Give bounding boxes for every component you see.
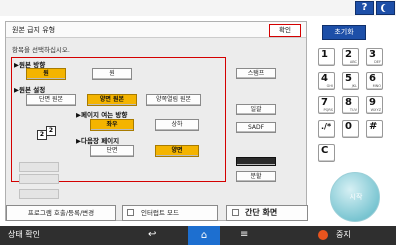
dialog-title: 원본 급지 유형 xyxy=(12,26,56,34)
next-page-label: ▶다음장 페이지 xyxy=(76,137,120,145)
original-settings-label: ▶원본 설정 xyxy=(14,86,46,94)
program-recall-button[interactable]: 프로그램 호출/등록/변경 xyxy=(6,205,116,221)
interrupt-mode-button[interactable]: 인터럽트 모드 xyxy=(122,205,218,221)
disabled-option-button-1 xyxy=(19,162,59,172)
key-3[interactable]: 3 DEF xyxy=(366,48,383,66)
interrupt-mode-checkbox[interactable] xyxy=(127,209,134,216)
key-1[interactable]: 1 xyxy=(318,48,335,66)
back-icon[interactable]: ↩ xyxy=(148,229,156,240)
batch-button[interactable]: 일괄 xyxy=(236,104,276,115)
key-6[interactable]: 6 MNO xyxy=(366,72,383,90)
key-hash[interactable]: # xyxy=(366,120,383,138)
stop-icon[interactable] xyxy=(318,230,328,240)
start-button[interactable]: 시작 xyxy=(330,172,380,222)
instruction-text: 항목을 선택하십시오. xyxy=(12,46,70,54)
home-icon: ⌂ xyxy=(200,230,208,241)
start-label: 시작 xyxy=(349,193,363,201)
home-button[interactable]: ⌂ xyxy=(188,226,220,245)
next-page-double-button[interactable]: 양면 xyxy=(155,145,199,157)
key-5[interactable]: 5 JKL xyxy=(342,72,359,90)
key-7[interactable]: 7 PQRS xyxy=(318,96,335,114)
sadf-button[interactable]: SADF xyxy=(236,122,276,133)
key-4[interactable]: 4 GHI xyxy=(318,72,335,90)
double-sided-original-button[interactable]: 양면 원본 xyxy=(87,94,137,106)
next-page-single-button[interactable]: 단면 xyxy=(90,145,134,157)
status-check-button[interactable]: 상태 확인 xyxy=(8,229,40,240)
open-left-right-button[interactable]: 좌우 xyxy=(90,119,134,131)
dark-setting-bar xyxy=(236,157,276,166)
menu-icon[interactable]: ≡ xyxy=(240,229,248,240)
stamp-button[interactable]: 스탬프 xyxy=(236,68,276,79)
orientation-landscape-icon: 원 xyxy=(109,70,115,77)
stop-button[interactable]: 중지 xyxy=(336,229,351,240)
help-button[interactable]: ? xyxy=(355,1,374,15)
key-8[interactable]: 8 TUV xyxy=(342,96,359,114)
orientation-landscape-button[interactable]: 원 xyxy=(92,68,132,80)
reset-button[interactable]: 초기화 xyxy=(322,25,366,40)
orientation-portrait-icon: 원 xyxy=(43,70,49,77)
simple-screen-label: 간단 화면 xyxy=(245,208,278,217)
key-clear[interactable]: C xyxy=(318,144,335,162)
orientation-portrait-button[interactable]: 원 xyxy=(26,68,66,80)
page-open-direction-label: ▶페이지 여는 방향 xyxy=(76,111,128,119)
moon-icon[interactable] xyxy=(376,1,395,15)
key-0[interactable]: 0 xyxy=(342,120,359,138)
page-2-icon: 2 xyxy=(46,126,56,136)
interrupt-mode-label: 인터럽트 모드 xyxy=(141,209,179,217)
split-button[interactable]: 분할 xyxy=(236,171,276,182)
dialog-title-row: 원본 급지 유형 확인 xyxy=(6,22,306,38)
original-feed-type-dialog: 원본 급지 유형 확인 항목을 선택하십시오. ▶원본 방향 원 원 ▶원본 설… xyxy=(5,21,307,221)
simple-screen-checkbox[interactable] xyxy=(232,209,239,216)
disabled-option-button-2 xyxy=(19,174,59,184)
top-bar: ? xyxy=(0,0,396,16)
key-2[interactable]: 2 ABC xyxy=(342,48,359,66)
single-sided-original-button[interactable]: 단면 원본 xyxy=(26,94,76,106)
key-9[interactable]: 9 WXYZ xyxy=(366,96,383,114)
confirm-button[interactable]: 확인 xyxy=(269,24,301,37)
disabled-option-button-3 xyxy=(19,189,59,199)
book-original-button[interactable]: 양쪽열림 원본 xyxy=(146,94,201,106)
bottom-bar: 상태 확인 ↩ ⌂ ≡ 중지 xyxy=(0,226,396,245)
open-top-bottom-button[interactable]: 상하 xyxy=(155,119,199,131)
key-dot-star[interactable]: ./* xyxy=(318,120,335,138)
